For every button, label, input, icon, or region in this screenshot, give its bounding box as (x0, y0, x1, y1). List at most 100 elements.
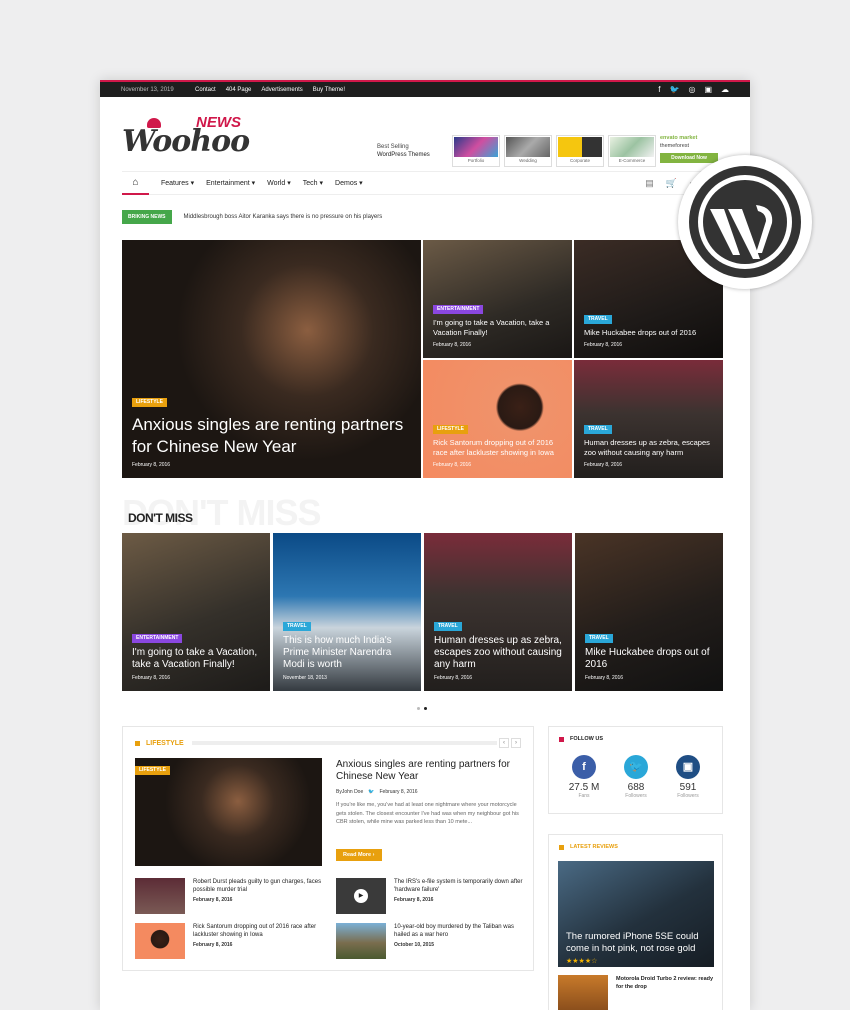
soundcloud-icon[interactable]: ☁ (721, 85, 729, 94)
promo-line1: Best Selling (377, 144, 409, 150)
facebook-icon[interactable]: f (572, 755, 596, 779)
item-title[interactable]: The IRS's e-file system is temporarily d… (394, 878, 526, 894)
link-buy[interactable]: Buy Theme! (313, 87, 345, 93)
tile-title[interactable]: Rick Santorum dropping out of 2016 race … (433, 438, 564, 458)
review-title[interactable]: The rumored iPhone 5SE could come in hot… (566, 931, 706, 955)
author[interactable]: ByJohn Doe (336, 789, 363, 795)
home-icon[interactable]: ⌂ (122, 172, 149, 195)
cart-icon[interactable]: 🛒 (666, 178, 677, 189)
card-title[interactable]: Mike Huckabee drops out of 2016 (585, 647, 715, 671)
review-featured[interactable]: The rumored iPhone 5SE could come in hot… (558, 861, 714, 967)
tile-date: February 8, 2016 (584, 342, 623, 348)
thumbnail (336, 923, 386, 959)
carousel-dot[interactable] (417, 707, 420, 710)
tw-label: Followers (625, 793, 647, 799)
review-item-title[interactable]: Motorola Droid Turbo 2 review: ready for… (616, 975, 718, 1010)
twitter-counter[interactable]: 🐦 688 Followers (611, 755, 661, 799)
instagram-counter[interactable]: ▣ 591 Followers (663, 755, 713, 799)
theme-label: Wedding (519, 158, 537, 163)
site-logo[interactable]: Woohoo NEWS (122, 112, 252, 160)
dont-miss-card[interactable]: TRAVEL Human dresses up as zebra, escape… (424, 533, 572, 691)
hero-main-cat[interactable]: LIFESTYLE (132, 397, 167, 407)
link-404[interactable]: 404 Page (226, 87, 252, 93)
tile-date: February 8, 2016 (584, 462, 623, 468)
carousel-dot[interactable] (424, 707, 427, 710)
card-title[interactable]: Human dresses up as zebra, escapes zoo w… (434, 635, 564, 671)
twitter-icon[interactable]: 🐦 (624, 755, 648, 779)
list-item[interactable]: ▶ The IRS's e-file system is temporarily… (336, 878, 526, 914)
lifestyle-featured-image[interactable]: LIFESTYLE (135, 758, 322, 866)
top-links: Contact 404 Page Advertisements Buy Them… (195, 87, 345, 93)
card-cat[interactable]: ENTERTAINMENT (132, 633, 183, 643)
lifestyle-featured-title[interactable]: Anxious singles are renting partners for… (336, 759, 521, 783)
tile-cat[interactable]: TRAVEL (584, 424, 612, 434)
facebook-counter[interactable]: f 27.5 M Fans (559, 755, 609, 799)
tile-cat[interactable]: LIFESTYLE (433, 424, 468, 434)
item-title[interactable]: Robert Durst pleads guilty to gun charge… (193, 878, 325, 894)
next-arrow-icon[interactable]: › (511, 738, 521, 748)
hero-tile[interactable]: ENTERTAINMENT I'm going to take a Vacati… (423, 240, 572, 358)
hero-tile[interactable]: TRAVEL Human dresses up as zebra, escape… (574, 360, 723, 478)
dont-miss-card[interactable]: ENTERTAINMENT I'm going to take a Vacati… (122, 533, 270, 691)
theme-thumb[interactable]: Wedding (504, 135, 552, 167)
theme-thumb[interactable]: Corporate (556, 135, 604, 167)
list-item[interactable]: Robert Durst pleads guilty to gun charge… (135, 878, 325, 914)
card-cat[interactable]: TRAVEL (283, 621, 311, 631)
nav-features[interactable]: Features ▾ (161, 179, 194, 187)
nav-tech[interactable]: Tech ▾ (303, 179, 323, 187)
card-title[interactable]: I'm going to take a Vacation, take a Vac… (132, 647, 262, 671)
lifestyle-featured-cat[interactable]: LIFESTYLE (135, 765, 170, 775)
nav-demos[interactable]: Demos ▾ (335, 179, 363, 187)
news-icon[interactable]: ▤ (645, 178, 654, 189)
link-contact[interactable]: Contact (195, 87, 216, 93)
nav-world[interactable]: World ▾ (267, 179, 291, 187)
item-title[interactable]: Rick Santorum dropping out of 2016 race … (193, 923, 325, 939)
breaking-news: BRIKING NEWS Middlesbrough boss Aitor Ka… (122, 210, 382, 224)
tile-title[interactable]: I'm going to take a Vacation, take a Vac… (433, 318, 564, 338)
nav-label: Tech (302, 180, 318, 187)
list-item[interactable]: Rick Santorum dropping out of 2016 race … (135, 923, 325, 959)
fb-count: 27.5 M (568, 782, 600, 793)
tile-title[interactable]: Mike Huckabee drops out of 2016 (584, 328, 715, 338)
dont-miss-title: DON'T MISS (128, 511, 193, 525)
item-date: February 8, 2016 (193, 942, 233, 948)
latest-reviews-widget: LATEST REVIEWS The rumored iPhone 5SE co… (548, 834, 723, 1010)
tile-cat[interactable]: ENTERTAINMENT (433, 304, 484, 314)
prev-arrow-icon[interactable]: ‹ (499, 738, 509, 748)
twitter-icon: 🐦 (368, 789, 375, 795)
theme-preview: November 13, 2019 Contact 404 Page Adver… (100, 80, 750, 1010)
card-title[interactable]: This is how much India's Prime Minister … (283, 635, 413, 671)
twitter-icon[interactable]: 🐦 (669, 85, 679, 94)
facebook-icon[interactable]: f (658, 85, 660, 94)
breaking-text[interactable]: Middlesbrough boss Aitor Karanka says th… (184, 214, 383, 220)
review-item[interactable]: Motorola Droid Turbo 2 review: ready for… (558, 975, 718, 1010)
social-links: f 🐦 ◎ ▣ ☁ (658, 85, 729, 94)
tile-cat[interactable]: TRAVEL (584, 314, 612, 324)
card-cat[interactable]: TRAVEL (585, 633, 613, 643)
post-date: February 8, 2016 (379, 789, 418, 795)
read-more-button[interactable]: Read More › (336, 849, 382, 861)
carousel-dots (417, 707, 427, 710)
dribbble-icon[interactable]: ◎ (688, 85, 695, 94)
nav-entertainment[interactable]: Entertainment ▾ (206, 179, 255, 187)
play-icon[interactable]: ▶ (354, 889, 368, 903)
follow-heading: FOLLOW US (570, 736, 603, 742)
item-title[interactable]: 10-year-old boy murdered by the Taliban … (394, 923, 526, 939)
card-cat[interactable]: TRAVEL (434, 621, 462, 631)
hero-main[interactable]: LIFESTYLE Anxious singles are renting pa… (122, 240, 421, 478)
hero-main-title[interactable]: Anxious singles are renting partners for… (132, 414, 413, 458)
card-date: November 18, 2013 (283, 675, 327, 681)
dont-miss-card[interactable]: TRAVEL Mike Huckabee drops out of 2016 F… (575, 533, 723, 691)
list-item[interactable]: 10-year-old boy murdered by the Taliban … (336, 923, 526, 959)
breaking-label: BRIKING NEWS (122, 210, 172, 224)
dont-miss-card[interactable]: TRAVEL This is how much India's Prime Mi… (273, 533, 421, 691)
theme-thumb[interactable]: E-Commerce (608, 135, 656, 167)
theme-thumb[interactable]: Portfolio (452, 135, 500, 167)
dont-miss-carousel: ENTERTAINMENT I'm going to take a Vacati… (122, 533, 723, 691)
link-ads[interactable]: Advertisements (261, 87, 302, 93)
tile-title[interactable]: Human dresses up as zebra, escapes zoo w… (584, 438, 715, 458)
logo-news: NEWS (196, 114, 241, 131)
instagram-icon[interactable]: ▣ (676, 755, 700, 779)
instagram-icon[interactable]: ▣ (704, 85, 712, 94)
hero-tile[interactable]: LIFESTYLE Rick Santorum dropping out of … (423, 360, 572, 478)
